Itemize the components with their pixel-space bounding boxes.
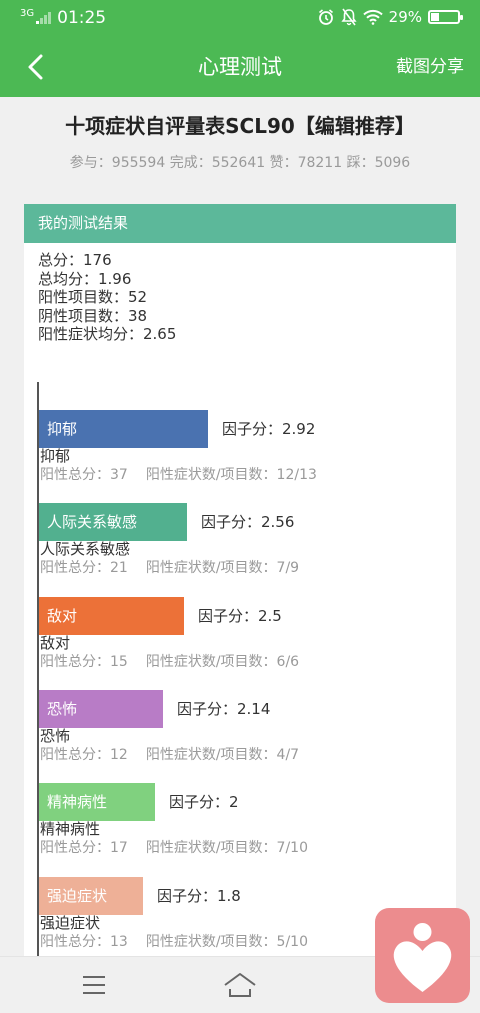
chevron-left-icon bbox=[28, 54, 43, 80]
factor-stats: 阳性总分：37 阳性症状数/项目数：12/13 bbox=[40, 466, 317, 485]
clock-time: 01:25 bbox=[57, 8, 107, 28]
factor-positive-ratio: 阳性症状数/项目数：5/10 bbox=[145, 933, 308, 950]
status-bar: 3G 01:25 29% bbox=[0, 0, 480, 37]
heart-person-icon bbox=[393, 923, 452, 992]
factor-positive-total: 阳性总分：13 bbox=[40, 933, 128, 950]
factor-row: 人际关系敏感 因子分：2.56 人际关系敏感 阳性总分：21 阳性症状数/项目数：7/9 bbox=[39, 503, 449, 593]
factor-positive-total: 阳性总分：21 bbox=[40, 560, 128, 577]
menu-icon bbox=[83, 976, 105, 994]
summary-total-score: 总分：176 bbox=[38, 251, 112, 269]
factor-bar: 敌对 bbox=[39, 596, 184, 635]
factor-positive-total: 阳性总分：37 bbox=[40, 467, 128, 483]
status-left: 3G 01:25 bbox=[20, 8, 106, 28]
factor-positive-total: 阳性总分：17 bbox=[40, 840, 128, 857]
home-button[interactable] bbox=[222, 971, 258, 999]
factor-bar: 恐怖 bbox=[39, 689, 163, 728]
floating-heart-button[interactable] bbox=[375, 908, 470, 1003]
factor-stats: 阳性总分：17 阳性症状数/项目数：7/10 bbox=[40, 839, 308, 858]
factor-positive-ratio: 阳性症状数/项目数：4/7 bbox=[145, 746, 300, 763]
factor-positive-ratio: 阳性症状数/项目数：6/6 bbox=[145, 653, 300, 670]
factor-bar: 强迫症状 bbox=[39, 876, 143, 915]
app-bar: 心理测试 截图分享 bbox=[0, 37, 480, 97]
factor-bar: 抑郁 bbox=[39, 410, 208, 448]
screenshot-share-button[interactable]: 截图分享 bbox=[396, 56, 464, 78]
factor-stats: 阳性总分：12 阳性症状数/项目数：4/7 bbox=[40, 746, 299, 765]
factor-name: 人际关系敏感 bbox=[40, 540, 131, 559]
signal-icon bbox=[36, 12, 52, 24]
factor-name: 精神病性 bbox=[40, 820, 101, 839]
factor-name: 强迫症状 bbox=[40, 913, 101, 932]
result-card-header: 我的测试结果 bbox=[24, 204, 456, 243]
factor-row: 恐怖 因子分：2.14 恐怖 阳性总分：12 阳性症状数/项目数：4/7 bbox=[39, 689, 449, 780]
battery-percent: 29% bbox=[388, 8, 422, 26]
summary-average-score: 总均分：1.96 bbox=[38, 269, 132, 288]
factor-positive-total: 阳性总分：15 bbox=[40, 653, 128, 670]
factor-stats: 阳性总分：13 阳性症状数/项目数：5/10 bbox=[40, 933, 308, 952]
back-button[interactable] bbox=[20, 51, 52, 83]
summary-positive-average: 阳性症状均分：2.65 bbox=[38, 325, 177, 343]
factor-bar: 人际关系敏感 bbox=[39, 503, 187, 542]
factor-bar: 精神病性 bbox=[39, 783, 155, 822]
factor-positive-ratio: 阳性症状数/项目数：7/10 bbox=[145, 840, 308, 857]
factor-name: 敌对 bbox=[40, 633, 71, 652]
network-type: 3G bbox=[20, 8, 35, 19]
battery-icon bbox=[428, 10, 463, 24]
test-title: 十项症状自评量表SCL90【编辑推荐】 bbox=[65, 114, 415, 138]
factor-score: 因子分：2.92 bbox=[222, 420, 316, 438]
factor-score: 因子分：2.14 bbox=[177, 699, 271, 718]
factor-positive-total: 阳性总分：12 bbox=[40, 746, 128, 763]
factor-name: 恐怖 bbox=[40, 726, 71, 745]
factor-row: 抑郁 因子分：2.92 抑郁 阳性总分：37 阳性症状数/项目数：12/13 bbox=[39, 410, 449, 500]
factor-row: 敌对 因子分：2.5 敌对 阳性总分：15 阳性症状数/项目数：6/6 bbox=[39, 596, 449, 687]
factor-score: 因子分：2.56 bbox=[201, 513, 295, 532]
result-card: 我的测试结果 总分：176 总均分：1.96 阳性项目数：52 阴性项目数：38… bbox=[24, 204, 456, 984]
menu-button[interactable] bbox=[82, 975, 106, 995]
factor-score: 因子分：2.5 bbox=[198, 606, 282, 625]
factor-score: 因子分：1.8 bbox=[157, 886, 241, 905]
factor-positive-ratio: 阳性症状数/项目数：7/9 bbox=[145, 560, 300, 577]
alarm-icon bbox=[317, 8, 335, 26]
factor-positive-ratio: 阳性症状数/项目数：12/13 bbox=[145, 467, 317, 483]
factor-stats: 阳性总分：15 阳性症状数/项目数：6/6 bbox=[40, 653, 299, 672]
factor-stats: 阳性总分：21 阳性症状数/项目数：7/9 bbox=[40, 559, 299, 578]
factor-name: 抑郁 bbox=[40, 447, 71, 465]
factor-score: 因子分：2 bbox=[169, 793, 239, 812]
status-right: 29% bbox=[317, 8, 463, 26]
home-icon bbox=[224, 973, 256, 997]
summary-positive-count: 阳性项目数：52 bbox=[38, 288, 148, 306]
summary-negative-count: 阴性项目数：38 bbox=[38, 306, 148, 325]
battery-level bbox=[431, 13, 439, 21]
test-stats: 参与：955594 完成：552641 赞：78211 踩：5096 bbox=[69, 155, 411, 171]
wifi-icon bbox=[362, 9, 383, 25]
mute-icon bbox=[341, 8, 357, 26]
result-summary: 总分：176 总均分：1.96 阳性项目数：52 阴性项目数：38 阳性症状均分… bbox=[38, 251, 176, 344]
factor-row: 精神病性 因子分：2 精神病性 阳性总分：17 阳性症状数/项目数：7/10 bbox=[39, 783, 449, 873]
